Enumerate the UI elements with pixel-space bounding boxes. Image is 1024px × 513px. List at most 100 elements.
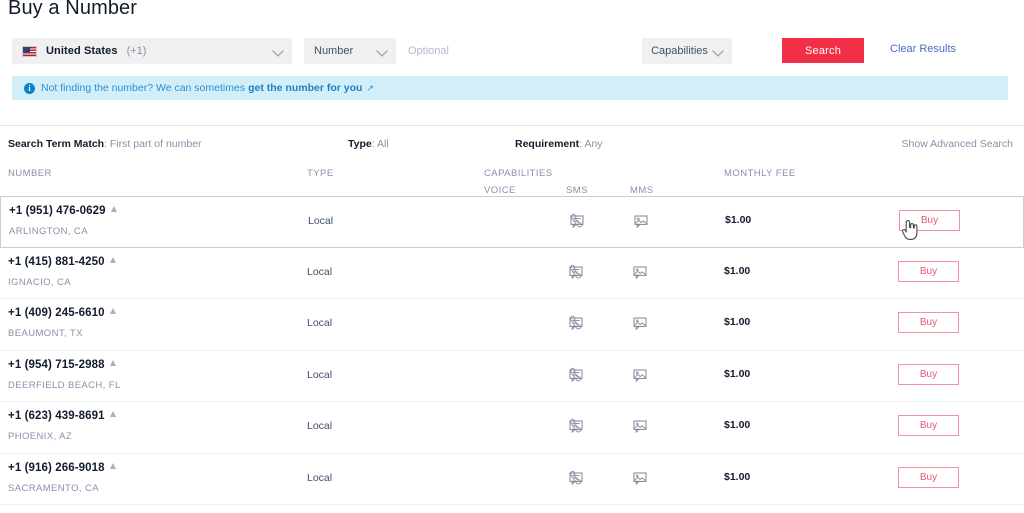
- banner-text: Not finding the number? We can sometimes: [41, 82, 246, 94]
- buy-button[interactable]: Buy: [898, 466, 959, 488]
- number-cell: +1 (409) 245-6610 BEAUMONT, TX: [8, 307, 116, 339]
- chevron-down-icon: [377, 46, 388, 57]
- sms-capability-icon: [567, 417, 585, 435]
- phone-number: +1 (415) 881-4250: [8, 255, 105, 268]
- sms-capability-icon: [568, 212, 586, 230]
- phone-number: +1 (916) 266-9018: [8, 461, 105, 474]
- phone-number-line: +1 (916) 266-9018: [8, 462, 116, 474]
- buy-button[interactable]: Buy: [898, 415, 959, 436]
- phone-number: +1 (623) 439-8691: [8, 410, 105, 422]
- table-row[interactable]: +1 (623) 439-8691 PHOENIX, AZ Local $1.00 Bu…: [0, 402, 1024, 454]
- info-banner: i Not finding the number? We can sometim…: [12, 76, 1008, 100]
- beta-warning-icon: [110, 206, 117, 212]
- capabilities-label: Capabilities: [651, 45, 708, 57]
- column-header-mms: MMS: [630, 185, 654, 196]
- search-button[interactable]: Search: [782, 38, 864, 63]
- sms-capability-icon: [567, 263, 585, 281]
- phone-number-line: +1 (954) 715-2988: [8, 359, 121, 371]
- monthly-fee: $1.00: [724, 470, 751, 483]
- monthly-fee: $1.00: [725, 214, 752, 226]
- search-toolbar: United States (+1) Number Capabilities S…: [12, 38, 1012, 68]
- column-header-number: NUMBER: [8, 168, 52, 179]
- requirement-summary-value: : Any: [579, 138, 603, 150]
- column-header-type: TYPE: [307, 168, 334, 179]
- beta-warning-icon: [109, 256, 116, 263]
- requirement-summary: Requirement: Any: [515, 138, 603, 150]
- type-summary-value: : All: [371, 138, 389, 150]
- sms-capability-icon: [567, 469, 585, 487]
- filter-summary: Search Term Match: First part of number …: [0, 125, 1024, 163]
- mms-capability-icon: [631, 314, 649, 332]
- show-advanced-search-link[interactable]: Show Advanced Search: [902, 138, 1014, 150]
- monthly-fee: $1.00: [724, 367, 751, 380]
- chevron-down-icon: [713, 46, 723, 56]
- buy-button[interactable]: Buy: [898, 260, 959, 282]
- buy-button[interactable]: Buy: [899, 210, 960, 231]
- column-header-sms: SMS: [566, 185, 588, 196]
- phone-number: +1 (409) 245-6610: [8, 307, 105, 319]
- column-header-voice: VOICE: [484, 185, 516, 196]
- number-cell: +1 (916) 266-9018 SACRAMENTO, CA: [8, 462, 116, 494]
- number-type: Local: [307, 420, 333, 432]
- table-row[interactable]: +1 (954) 715-2988 DEERFIELD BEACH, FL Loca…: [0, 350, 1024, 402]
- beta-warning-icon: [109, 462, 116, 469]
- column-header-capabilities: CAPABILITIES: [484, 168, 553, 179]
- table-row[interactable]: +1 (409) 245-6610 BEAUMONT, TX Local $1.00 B…: [0, 299, 1024, 351]
- results-table-header: NUMBER TYPE CAPABILITIES MONTHLY FEE VOI…: [0, 162, 1024, 198]
- clear-results-link[interactable]: Clear Results: [890, 43, 956, 55]
- number-location: SACRAMENTO, CA: [8, 482, 99, 494]
- mms-capability-icon: [631, 366, 649, 384]
- table-row[interactable]: +1 (415) 881-4250 IGNACIO, CA Local $1.00 Bu…: [0, 247, 1024, 299]
- table-row[interactable]: +1 (916) 266-9018 SACRAMENTO, CA Local $1.0…: [0, 453, 1024, 505]
- number-location: IGNACIO, CA: [8, 276, 71, 288]
- buy-button[interactable]: Buy: [898, 363, 959, 385]
- number-type-select[interactable]: Number: [304, 38, 396, 64]
- monthly-fee: $1.00: [724, 419, 751, 431]
- type-summary-label: Type: [348, 138, 372, 150]
- get-number-link[interactable]: get the number for you: [248, 82, 362, 94]
- number-type: Local: [308, 215, 334, 227]
- number-type: Local: [307, 471, 333, 484]
- chevron-down-icon: [273, 46, 284, 57]
- results-table-body: +1 (951) 476-0629 ARLINGTON, CA Local $1.00…: [0, 196, 1024, 505]
- buy-a-number-page: Buy a Number United States (+1) Number C…: [0, 0, 1024, 513]
- sms-capability-icon: [567, 314, 585, 332]
- phone-number-line: +1 (623) 439-8691: [8, 410, 116, 422]
- column-header-monthly-fee: MONTHLY FEE: [724, 168, 796, 179]
- page-title: Buy a Number: [8, 0, 138, 19]
- external-link-icon: ↗: [366, 82, 374, 93]
- phone-number: +1 (951) 476-0629: [9, 205, 106, 217]
- beta-warning-icon: [109, 308, 116, 314]
- mms-capability-icon: [631, 263, 649, 281]
- search-term-match-label: Search Term Match: [8, 138, 105, 150]
- number-location: PHOENIX, AZ: [8, 431, 73, 442]
- number-type: Local: [307, 317, 333, 329]
- us-flag-icon: [22, 45, 37, 57]
- number-type: Local: [307, 265, 333, 278]
- type-summary: Type: All: [348, 138, 389, 150]
- phone-number-line: +1 (951) 476-0629: [9, 205, 117, 217]
- search-term-match-value: : First part of number: [104, 138, 202, 150]
- country-select[interactable]: United States (+1): [12, 38, 292, 64]
- number-cell: +1 (415) 881-4250 IGNACIO, CA: [8, 256, 116, 288]
- country-name: United States: [46, 45, 118, 57]
- beta-warning-icon: [109, 411, 116, 417]
- phone-number: +1 (954) 715-2988: [8, 358, 105, 371]
- table-row[interactable]: +1 (951) 476-0629 ARLINGTON, CA Local $1.00…: [0, 196, 1024, 248]
- number-cell: +1 (954) 715-2988 DEERFIELD BEACH, FL: [8, 359, 121, 391]
- buy-button[interactable]: Buy: [898, 312, 959, 333]
- number-cell: +1 (623) 439-8691 PHOENIX, AZ: [8, 410, 116, 442]
- capabilities-select[interactable]: Capabilities: [642, 38, 732, 64]
- mms-capability-icon: [631, 469, 649, 487]
- number-location: DEERFIELD BEACH, FL: [8, 379, 121, 391]
- sms-capability-icon: [567, 366, 585, 384]
- number-location: ARLINGTON, CA: [9, 226, 88, 237]
- monthly-fee: $1.00: [724, 316, 751, 328]
- phone-number-line: +1 (415) 881-4250: [8, 256, 116, 268]
- beta-warning-icon: [109, 359, 116, 366]
- phone-number-line: +1 (409) 245-6610: [8, 307, 116, 319]
- search-input[interactable]: [400, 38, 523, 64]
- requirement-summary-label: Requirement: [515, 138, 580, 150]
- number-cell: +1 (951) 476-0629 ARLINGTON, CA: [9, 205, 117, 237]
- mms-capability-icon: [632, 212, 650, 230]
